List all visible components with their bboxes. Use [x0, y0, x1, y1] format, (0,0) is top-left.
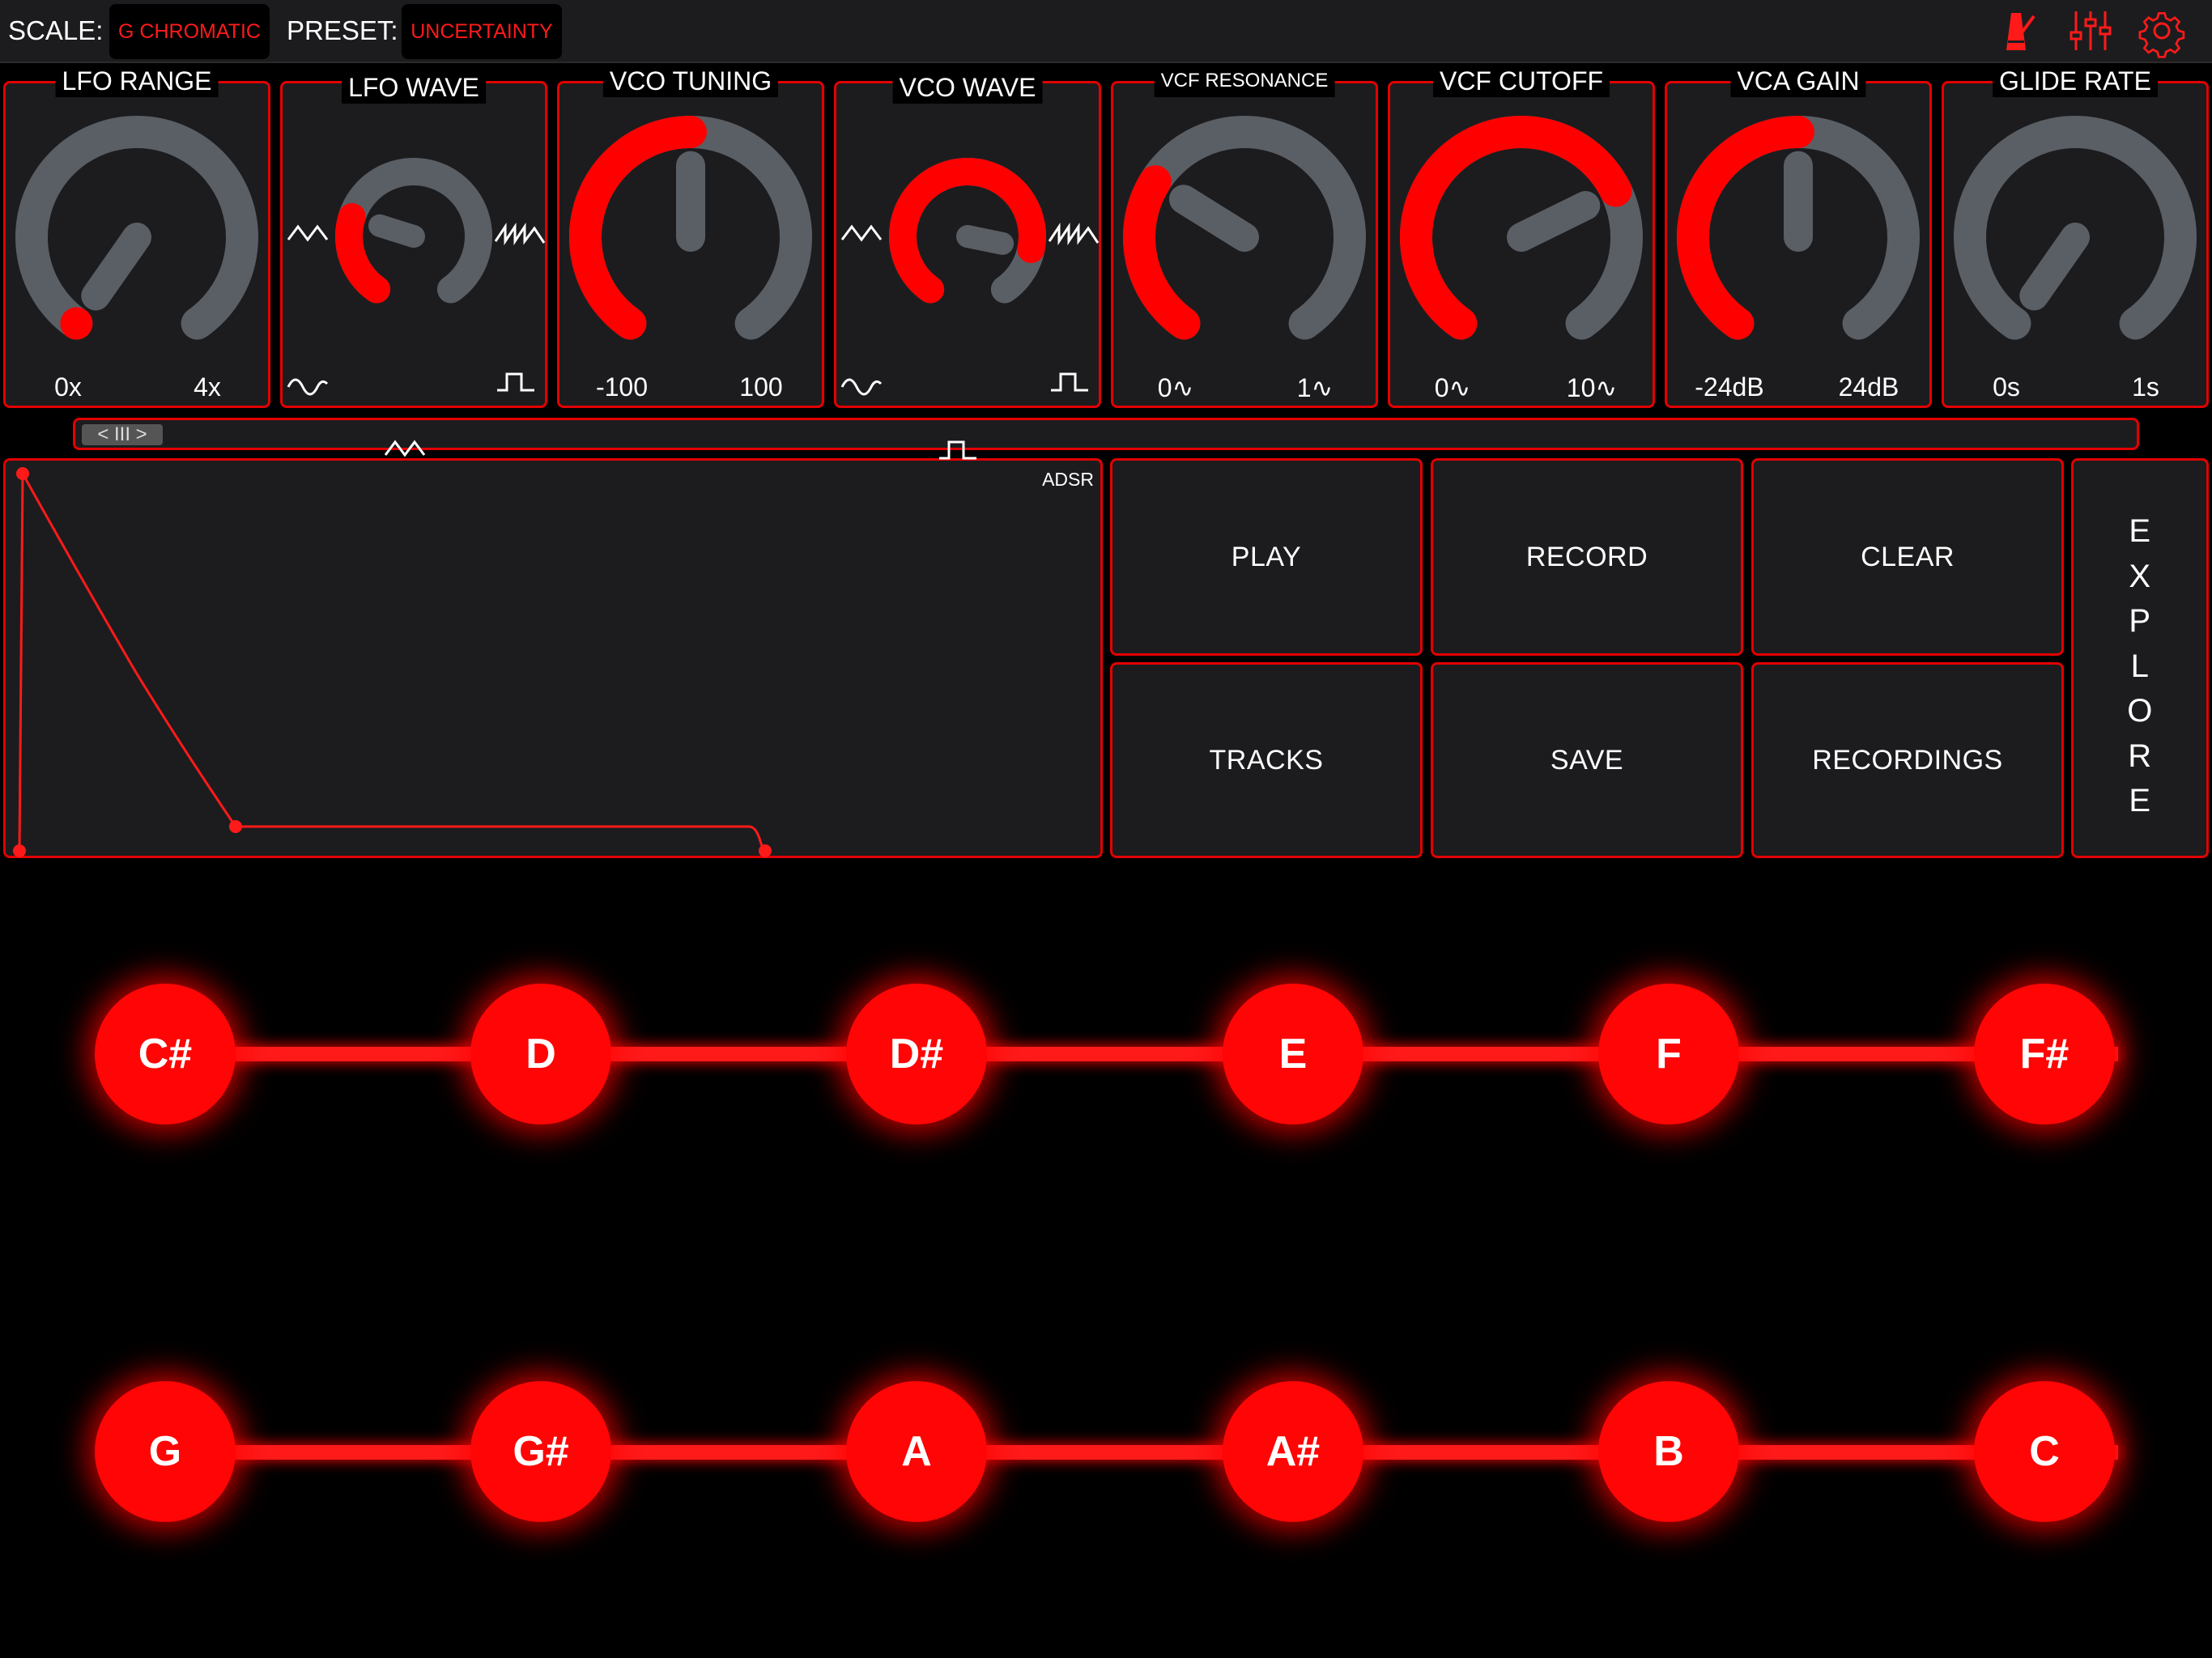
knob-min-label: -100	[595, 372, 649, 402]
knob-vcf-cutoff[interactable]	[1388, 81, 1655, 408]
note-key-f-sharp[interactable]: F#	[1974, 984, 2115, 1124]
knob-min-label: -24dB	[1695, 372, 1764, 402]
recordings-button[interactable]: RECORDINGS	[1751, 662, 2064, 858]
note-key-g-sharp[interactable]: G#	[470, 1381, 611, 1522]
adsr-sustain-handle[interactable]	[229, 820, 242, 833]
note-key-c[interactable]: C	[1974, 1381, 2115, 1522]
record-button[interactable]: RECORD	[1431, 458, 1743, 656]
note-key-a[interactable]: A	[846, 1381, 987, 1522]
preset-label: PRESET:	[287, 15, 398, 45]
knob-min-label: 0s	[1993, 372, 2020, 402]
note-key-b[interactable]: B	[1598, 1381, 1739, 1522]
sine-wave-icon	[287, 378, 329, 396]
mixer-sliders-icon[interactable]	[2068, 8, 2113, 53]
knob-max-label: 10∿	[1566, 373, 1618, 402]
note-key-f[interactable]: F	[1598, 984, 1739, 1124]
knob-max-label: 4x	[194, 372, 221, 402]
knob-vco-tuning[interactable]	[557, 81, 824, 408]
knob-glide-rate[interactable]	[1942, 81, 2209, 408]
note-key-d-sharp[interactable]: D#	[846, 984, 987, 1124]
note-key-c-sharp[interactable]: C#	[95, 984, 236, 1124]
knob-max-label: 24dB	[1838, 372, 1899, 402]
key-row-2-connector	[165, 1445, 2118, 1460]
note-key-a-sharp[interactable]: A#	[1223, 1381, 1363, 1522]
knob-max-label: 1s	[2132, 372, 2159, 402]
note-key-e[interactable]: E	[1223, 984, 1363, 1124]
metronome-icon[interactable]	[1993, 8, 2039, 53]
knob-vco-wave[interactable]	[834, 81, 1101, 460]
knob-lfo-range[interactable]	[3, 81, 270, 408]
knob-max-label: 1∿	[1296, 373, 1334, 402]
scroll-thumb[interactable]: < III >	[82, 424, 163, 445]
adsr-curve	[13, 467, 772, 857]
triangle-wave-icon	[287, 224, 329, 242]
top-bar: SCALE: G CHROMATIC PRESET: UNCERTAINTY	[0, 0, 2212, 63]
save-button[interactable]: SAVE	[1431, 662, 1743, 858]
scale-label: SCALE:	[8, 15, 104, 45]
adsr-release-handle[interactable]	[759, 844, 772, 857]
note-key-d[interactable]: D	[470, 984, 611, 1124]
key-row-1-connector	[165, 1047, 2118, 1061]
knob-vca-gain[interactable]	[1665, 81, 1932, 408]
knob-vcf-resonance[interactable]	[1111, 81, 1378, 408]
scale-selector[interactable]: G CHROMATIC	[109, 4, 270, 59]
adsr-envelope-editor[interactable]: ADSR	[3, 458, 1103, 858]
explore-label: EXPLORE	[2127, 513, 2153, 818]
panel-scrollbar[interactable]: < III >	[73, 418, 2139, 450]
knob-min-label: 0x	[54, 372, 82, 402]
knob-lfo-wave[interactable]	[280, 81, 547, 457]
tracks-button[interactable]: TRACKS	[1110, 662, 1423, 858]
knob-max-label: 100	[739, 372, 783, 402]
sawtooth-wave-icon	[494, 223, 546, 245]
square-wave-icon	[1051, 372, 1088, 392]
play-button[interactable]: PLAY	[1110, 458, 1423, 656]
knob-min-label: 0∿	[1434, 373, 1471, 402]
sawtooth-wave-icon	[1048, 223, 1100, 245]
knob-min-label: 0∿	[1157, 373, 1194, 402]
square-wave-icon	[497, 372, 534, 392]
gear-icon[interactable]	[2138, 8, 2185, 58]
adsr-start-handle[interactable]	[13, 844, 26, 857]
adsr-attack-handle[interactable]	[16, 467, 29, 480]
preset-selector[interactable]: UNCERTAINTY	[402, 4, 562, 59]
triangle-wave-icon	[840, 224, 883, 242]
note-key-g[interactable]: G	[95, 1381, 236, 1522]
sine-wave-icon	[840, 378, 883, 396]
clear-button[interactable]: CLEAR	[1751, 458, 2064, 656]
explore-button[interactable]: EXPLORE	[2071, 458, 2209, 858]
